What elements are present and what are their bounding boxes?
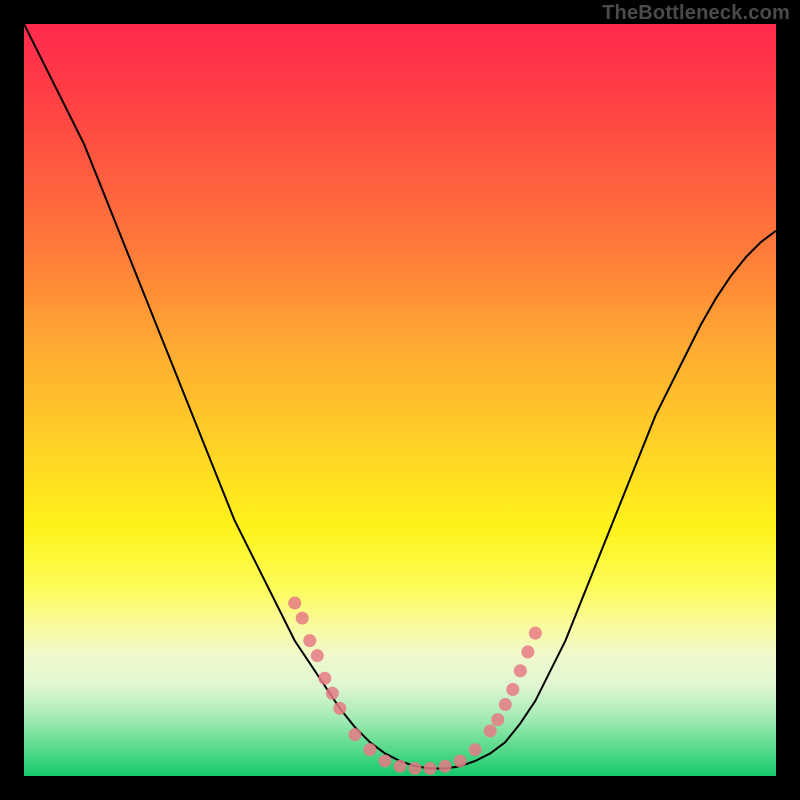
chart-marker [326, 687, 339, 700]
chart-marker [363, 743, 376, 756]
chart-marker [514, 664, 527, 677]
chart-marker [521, 645, 534, 658]
chart-marker [529, 627, 542, 640]
chart-marker [424, 762, 437, 775]
chart-svg [24, 24, 776, 776]
watermark-text: TheBottleneck.com [602, 2, 790, 25]
chart-marker [439, 760, 452, 773]
chart-marker [409, 762, 422, 775]
chart-marker [499, 698, 512, 711]
chart-marker [378, 754, 391, 767]
chart-marker [311, 649, 324, 662]
chart-marker [296, 612, 309, 625]
chart-marker [348, 728, 361, 741]
chart-marker [484, 724, 497, 737]
chart-marker [318, 672, 331, 685]
chart-marker [469, 743, 482, 756]
chart-frame: TheBottleneck.com [0, 0, 800, 800]
chart-marker [454, 754, 467, 767]
chart-marker [506, 683, 519, 696]
chart-marker [288, 597, 301, 610]
chart-marker [491, 713, 504, 726]
chart-curve [24, 24, 776, 768]
chart-marker [394, 760, 407, 773]
chart-marker [303, 634, 316, 647]
plot-area [24, 24, 776, 776]
chart-marker [333, 702, 346, 715]
